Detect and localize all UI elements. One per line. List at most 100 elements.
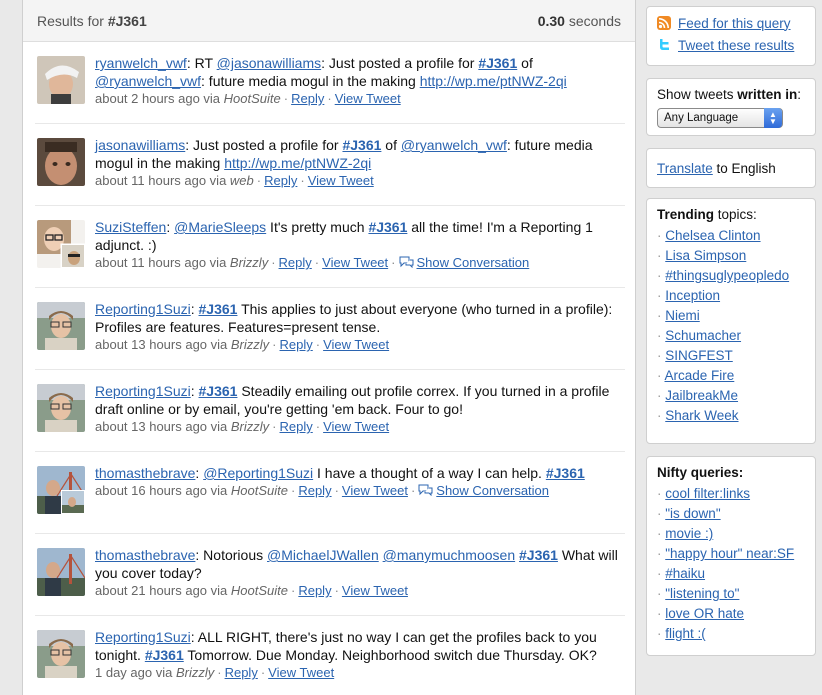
hashtag-link[interactable]: #J361 (342, 137, 381, 153)
hashtag-link[interactable]: #J361 (199, 383, 238, 399)
hashtag-link[interactable]: #J361 (478, 55, 517, 71)
hashtag-link[interactable]: #J361 (145, 647, 184, 663)
nifty-query-link[interactable]: "is down" (665, 506, 720, 521)
view-tweet-link[interactable]: View Tweet (322, 255, 388, 270)
view-tweet-link[interactable]: View Tweet (342, 483, 408, 498)
nifty-query-link[interactable]: "listening to" (665, 586, 739, 601)
tweet-text-segment: It's pretty much (266, 219, 369, 235)
tweet-item: Reporting1Suzi: ALL RIGHT, there's just … (35, 616, 625, 695)
mention-link[interactable]: @Reporting1Suzi (203, 465, 313, 481)
view-tweet-link[interactable]: View Tweet (323, 337, 389, 352)
nifty-list: cool filter:links "is down" movie :) "happy… (657, 484, 805, 644)
trending-topic-link[interactable]: JailbreakMe (665, 388, 738, 403)
trending-topic-link[interactable]: Shark Week (665, 408, 738, 423)
tweet-text: ryanwelch_vwf: RT @jasonawilliams: Just … (95, 54, 625, 90)
tweet-username-link[interactable]: jasonawilliams (95, 137, 185, 153)
hashtag-link[interactable]: #J361 (368, 219, 407, 235)
trending-topic-link[interactable]: Inception (665, 288, 720, 303)
reply-link[interactable]: Reply (225, 665, 258, 680)
hashtag-link[interactable]: #J361 (199, 301, 238, 317)
avatar[interactable] (37, 302, 85, 350)
trending-topic-link[interactable]: Schumacher (665, 328, 741, 343)
nifty-query-link[interactable]: movie :) (665, 526, 713, 541)
avatar[interactable] (37, 56, 85, 104)
mention-link[interactable]: @jasonawilliams (217, 55, 321, 71)
mention-link[interactable]: http://wp.me/ptNWZ-2qi (420, 73, 567, 89)
language-select[interactable]: Any Language ▲ ▼ (657, 108, 783, 128)
tweet-username-link[interactable]: ryanwelch_vwf (95, 55, 187, 71)
reply-link[interactable]: Reply (264, 173, 297, 188)
mention-link[interactable]: @MichaelJWallen (267, 547, 379, 563)
mention-link[interactable]: @ryanwelch_vwf (401, 137, 507, 153)
mention-link[interactable]: http://wp.me/ptNWZ-2qi (224, 155, 371, 171)
twitter-bird-icon (657, 38, 671, 52)
query-label: #J361 (107, 12, 147, 29)
tweet-meta: about 11 hours ago via web · Reply · View Tw… (95, 173, 374, 188)
trending-topic-link[interactable]: Niemi (665, 308, 700, 323)
trending-list: Chelsea Clinton Lisa Simpson #thingsuglype… (657, 226, 805, 426)
conversation-icon (399, 255, 417, 270)
tweet-username-link[interactable]: Reporting1Suzi (95, 629, 191, 645)
reply-avatar[interactable] (61, 490, 85, 514)
view-tweet-link[interactable]: View Tweet (335, 91, 401, 106)
tweet-text: thomasthebrave: @Reporting1Suzi I have a… (95, 464, 625, 482)
tweet-username-link[interactable]: thomasthebrave (95, 465, 195, 481)
reply-link[interactable]: Reply (280, 419, 313, 434)
tweet-time: about 11 hours ago via (95, 255, 230, 270)
reply-link[interactable]: Reply (298, 483, 331, 498)
trending-topic-item: JailbreakMe (657, 386, 805, 406)
nifty-query-link[interactable]: #haiku (665, 566, 705, 581)
nifty-query-link[interactable]: flight :( (665, 626, 706, 641)
trending-topic-link[interactable]: #thingsuglypeopledo (665, 268, 789, 283)
nifty-query-link[interactable]: "happy hour" near:SF (665, 546, 794, 561)
trending-topic-link[interactable]: Arcade Fire (665, 368, 735, 383)
feed-link[interactable]: Feed for this query (678, 16, 791, 31)
hashtag-link[interactable]: #J361 (519, 547, 558, 563)
trending-topic-link[interactable]: Chelsea Clinton (665, 228, 760, 243)
avatar[interactable] (37, 630, 85, 678)
view-tweet-link[interactable]: View Tweet (323, 419, 389, 434)
reply-link[interactable]: Reply (291, 91, 324, 106)
tweet-body: Reporting1Suzi: #J361 Steadily emailing … (95, 382, 625, 436)
trending-topic-item: Schumacher (657, 326, 805, 346)
show-conversation-link[interactable]: Show Conversation (436, 483, 549, 498)
hashtag-link[interactable]: #J361 (546, 465, 585, 481)
reply-link[interactable]: Reply (280, 337, 313, 352)
language-select-value: Any Language (664, 112, 739, 124)
view-tweet-link[interactable]: View Tweet (308, 173, 374, 188)
tweet-text-segment: Tomorrow. Due Monday. Neighborhood switc… (183, 647, 597, 663)
tweet-source: web (229, 173, 254, 188)
nifty-query-link[interactable]: cool filter:links (665, 486, 750, 501)
avatar[interactable] (37, 548, 85, 596)
reply-avatar[interactable] (61, 244, 85, 268)
trending-topic-link[interactable]: Lisa Simpson (665, 248, 746, 263)
reply-link[interactable]: Reply (298, 583, 331, 598)
tweet-username-link[interactable]: SuziSteffen (95, 219, 166, 235)
reply-link[interactable]: Reply (279, 255, 312, 270)
view-tweet-link[interactable]: View Tweet (268, 665, 334, 680)
tweet-username-link[interactable]: Reporting1Suzi (95, 383, 191, 399)
select-arrows-icon: ▲ ▼ (764, 108, 782, 128)
nifty-query-link[interactable]: love OR hate (665, 606, 744, 621)
tweet-body: Reporting1Suzi: #J361 This applies to ju… (95, 300, 625, 354)
view-tweet-link[interactable]: View Tweet (342, 583, 408, 598)
trending-topic-item: Lisa Simpson (657, 246, 805, 266)
nifty-heading: Nifty queries: (657, 465, 744, 480)
tweet-results-link[interactable]: Tweet these results (678, 38, 794, 53)
tweet-time: about 21 hours ago via (95, 583, 231, 598)
avatar[interactable] (37, 384, 85, 432)
tweet-text: Reporting1Suzi: #J361 Steadily emailing … (95, 382, 625, 418)
tweet-results-row: Tweet these results (657, 35, 805, 55)
tweet-time: 1 day ago via (95, 665, 176, 680)
tweet-meta: about 21 hours ago via HootSuite · Reply · V… (95, 583, 408, 598)
tweet-text-segment: : (190, 383, 199, 399)
mention-link[interactable]: @manymuchmoosen (383, 547, 516, 563)
tweet-username-link[interactable]: Reporting1Suzi (95, 301, 191, 317)
translate-link[interactable]: Translate (657, 161, 713, 176)
trending-topic-link[interactable]: SINGFEST (665, 348, 733, 363)
show-conversation-link[interactable]: Show Conversation (417, 255, 530, 270)
tweet-username-link[interactable]: thomasthebrave (95, 547, 195, 563)
mention-link[interactable]: @ryanwelch_vwf (95, 73, 201, 89)
mention-link[interactable]: @MarieSleeps (174, 219, 266, 235)
avatar[interactable] (37, 138, 85, 186)
